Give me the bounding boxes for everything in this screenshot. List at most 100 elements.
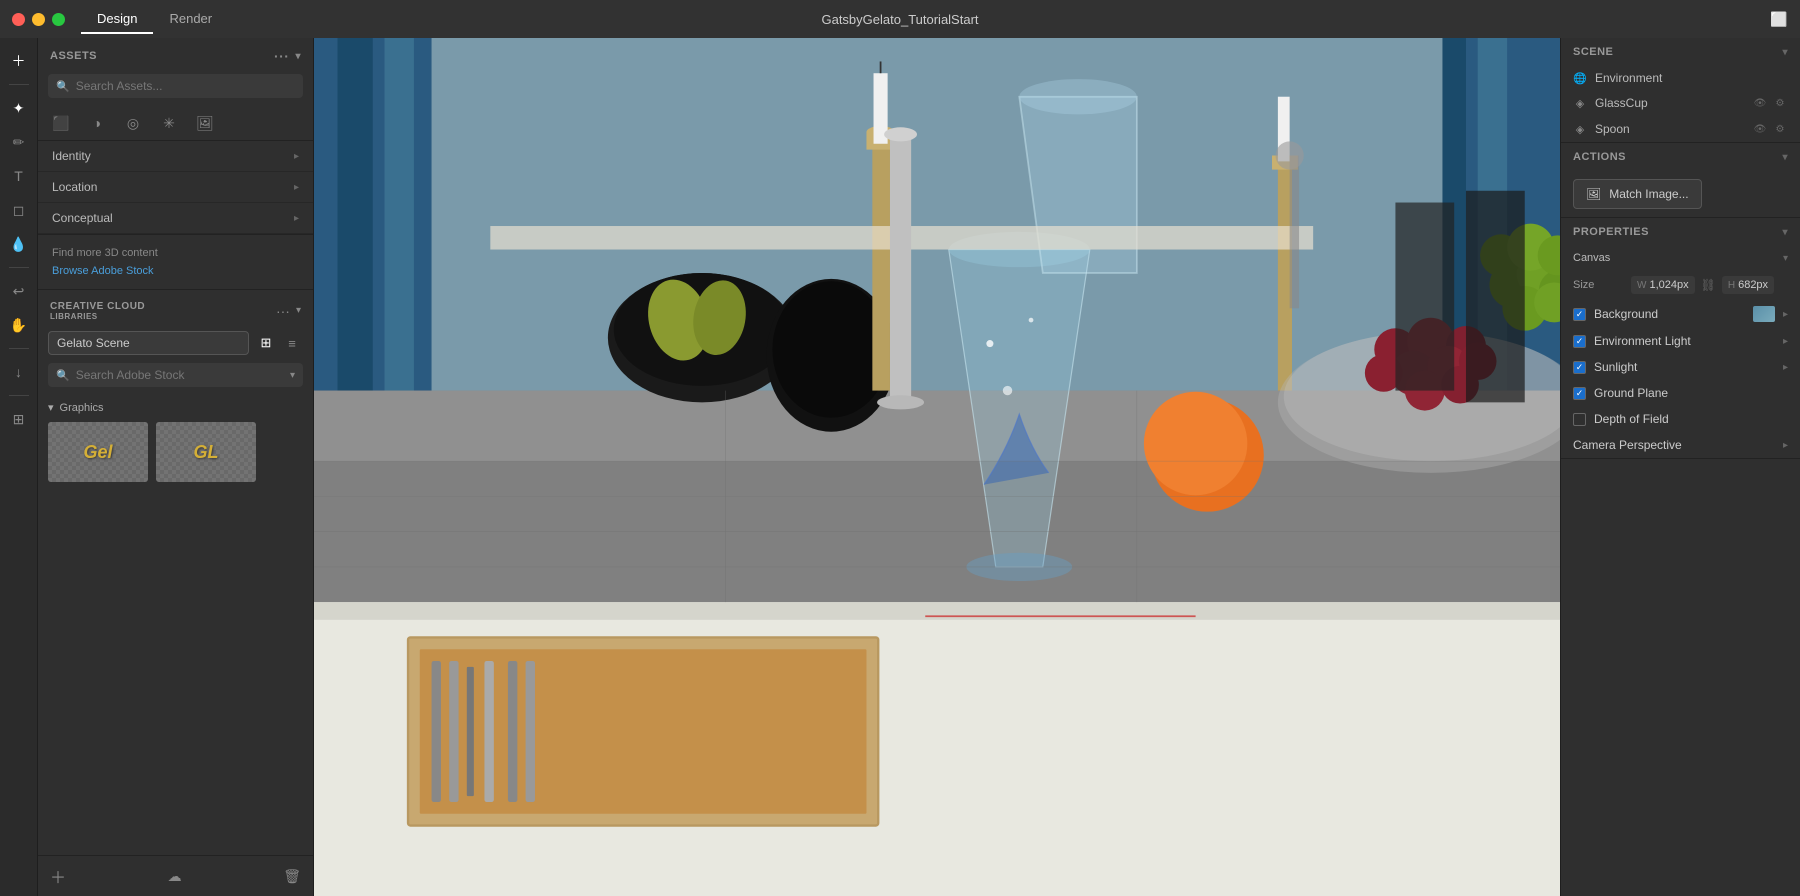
minimize-button[interactable] bbox=[32, 13, 45, 26]
canvas-area: ○ ✛ ↻ ⬜ ✴ ⛶ ⤓ ⊞ bbox=[314, 38, 1560, 896]
accordion-conceptual[interactable]: Conceptual ▸ bbox=[38, 203, 313, 234]
assets-search-bar[interactable]: 🔍 bbox=[48, 74, 303, 98]
assets-collapse-icon[interactable]: ▾ bbox=[295, 51, 301, 62]
delete-library-icon[interactable]: 🗑 bbox=[283, 868, 301, 885]
checkbox-sunlight[interactable]: ✓ Sunlight ▸ bbox=[1561, 354, 1800, 380]
stock-find-text: Find more 3D content bbox=[52, 247, 299, 259]
library-select[interactable]: Gelato Scene bbox=[48, 331, 249, 355]
asset-type-environment[interactable]: ✳ bbox=[158, 112, 180, 134]
camera-perspective-row[interactable]: Camera Perspective ▸ bbox=[1561, 432, 1800, 458]
scene-svg bbox=[314, 38, 1560, 896]
tool-layers[interactable]: ⊞ bbox=[4, 404, 34, 434]
tool-download[interactable]: ↓ bbox=[4, 357, 34, 387]
size-inputs: W 1,024px ⛓ H 682px bbox=[1631, 276, 1774, 294]
graphic-label-1: Gel bbox=[83, 442, 112, 463]
accordion-location[interactable]: Location ▸ bbox=[38, 172, 313, 203]
accordion-location-arrow: ▸ bbox=[294, 182, 299, 193]
width-input-group[interactable]: W 1,024px bbox=[1631, 276, 1695, 294]
add-library-icon[interactable]: ＋ bbox=[50, 864, 66, 888]
scene-environment-label: Environment bbox=[1595, 71, 1662, 85]
glasscup-visibility[interactable]: 👁 bbox=[1752, 95, 1768, 111]
cloud-more-icon[interactable]: ··· bbox=[276, 303, 290, 319]
adobe-stock-search-input[interactable] bbox=[76, 368, 284, 382]
sunlight-arrow[interactable]: ▸ bbox=[1783, 362, 1788, 373]
list-view-button[interactable]: ≡ bbox=[281, 332, 303, 354]
checkbox-depth-of-field[interactable]: Depth of Field bbox=[1561, 406, 1800, 432]
match-image-label: Match Image... bbox=[1609, 187, 1688, 201]
accordion-identity-arrow: ▸ bbox=[294, 151, 299, 162]
scene-glasscup-controls: 👁 ⚙ bbox=[1752, 95, 1788, 111]
adobe-stock-search-bar[interactable]: 🔍 ▾ bbox=[48, 363, 303, 387]
asset-type-image[interactable]: 🖼 bbox=[194, 112, 216, 134]
tool-hand[interactable]: ✋ bbox=[4, 310, 34, 340]
tool-select[interactable]: ✦ bbox=[4, 93, 34, 123]
accordion-conceptual-label: Conceptual bbox=[52, 211, 113, 225]
camera-perspective-label: Camera Perspective bbox=[1573, 438, 1775, 452]
tool-undo[interactable]: ↩ bbox=[4, 276, 34, 306]
cloud-collapse-icon[interactable]: ▾ bbox=[296, 305, 301, 316]
asset-type-material[interactable]: ◑ bbox=[86, 112, 108, 134]
assets-more-icon[interactable]: ··· bbox=[274, 48, 290, 64]
toolbar-separator bbox=[9, 84, 29, 85]
tab-render[interactable]: Render bbox=[153, 5, 228, 34]
main-layout: ＋ ✦ ✏ T ◻ 💧 ↩ ✋ ↓ ⊞ ASSETS ··· ▾ 🔍 ⬛ ◑ bbox=[0, 38, 1800, 896]
accordion-location-label: Location bbox=[52, 180, 97, 194]
canvas-collapse-arrow[interactable]: ▾ bbox=[1783, 253, 1788, 264]
window-icon[interactable]: ⬜ bbox=[1770, 10, 1788, 28]
accordion-identity[interactable]: Identity ▸ bbox=[38, 141, 313, 172]
asset-type-light[interactable]: ◎ bbox=[122, 112, 144, 134]
panel-bottom-bar: ＋ ☁ 🗑 bbox=[38, 855, 313, 896]
camera-perspective-arrow[interactable]: ▸ bbox=[1783, 440, 1788, 451]
assets-search-input[interactable] bbox=[76, 79, 295, 93]
tab-design[interactable]: Design bbox=[81, 5, 153, 34]
graphics-header[interactable]: ▾ Graphics bbox=[48, 401, 303, 414]
actions-section-header[interactable]: ACTIONS ▾ bbox=[1561, 143, 1800, 171]
maximize-button[interactable] bbox=[52, 13, 65, 26]
height-input-group[interactable]: H 682px bbox=[1722, 276, 1774, 294]
stock-search-icon: 🔍 bbox=[56, 369, 70, 382]
stock-search-arrow[interactable]: ▾ bbox=[290, 370, 295, 381]
scene-item-glasscup[interactable]: ◈ GlassCup 👁 ⚙ bbox=[1561, 90, 1800, 116]
close-button[interactable] bbox=[12, 13, 25, 26]
properties-section: PROPERTIES ▾ Canvas ▾ Size W 1,024px ⛓ bbox=[1561, 218, 1800, 459]
graphic-label-2: GL bbox=[194, 442, 219, 463]
sunlight-check-mark: ✓ bbox=[1576, 362, 1584, 373]
scene-section-header[interactable]: SCENE ▾ bbox=[1561, 38, 1800, 66]
background-checkbox[interactable]: ✓ bbox=[1573, 308, 1586, 321]
background-thumbnail[interactable] bbox=[1753, 306, 1775, 322]
ground-plane-checkbox[interactable]: ✓ bbox=[1573, 387, 1586, 400]
graphic-thumbnail-2[interactable]: GL bbox=[156, 422, 256, 482]
environment-light-arrow[interactable]: ▸ bbox=[1783, 336, 1788, 347]
checkbox-ground-plane[interactable]: ✓ Ground Plane bbox=[1561, 380, 1800, 406]
cloud-libraries-header: CREATIVE CLOUD LIBRARIES ··· ▾ bbox=[38, 290, 313, 327]
graphic-thumbnail-1[interactable]: Gel bbox=[48, 422, 148, 482]
sunlight-checkbox[interactable]: ✓ bbox=[1573, 361, 1586, 374]
background-arrow[interactable]: ▸ bbox=[1783, 309, 1788, 320]
accordion-identity-label: Identity bbox=[52, 149, 91, 163]
tool-pen[interactable]: ✏ bbox=[4, 127, 34, 157]
depth-of-field-checkbox[interactable] bbox=[1573, 413, 1586, 426]
spoon-settings[interactable]: ⚙ bbox=[1772, 121, 1788, 137]
ground-plane-check-mark: ✓ bbox=[1576, 388, 1584, 399]
grid-view-button[interactable]: ⊞ bbox=[255, 332, 277, 354]
checkbox-background[interactable]: ✓ Background ▸ bbox=[1561, 300, 1800, 328]
cloud-header-icons: ··· ▾ bbox=[276, 303, 301, 319]
browse-stock-link[interactable]: Browse Adobe Stock bbox=[52, 265, 154, 277]
scene-canvas bbox=[314, 38, 1560, 896]
tool-shape[interactable]: ◻ bbox=[4, 195, 34, 225]
tool-type[interactable]: T bbox=[4, 161, 34, 191]
checkbox-environment-light[interactable]: ✓ Environment Light ▸ bbox=[1561, 328, 1800, 354]
glasscup-settings[interactable]: ⚙ bbox=[1772, 95, 1788, 111]
tool-eyedropper[interactable]: 💧 bbox=[4, 229, 34, 259]
match-image-button[interactable]: 🖼 Match Image... bbox=[1573, 179, 1702, 209]
scene-item-environment[interactable]: 🌐 Environment bbox=[1561, 66, 1800, 90]
actions-section: ACTIONS ▾ 🖼 Match Image... bbox=[1561, 143, 1800, 218]
tool-add[interactable]: ＋ bbox=[4, 46, 34, 76]
asset-type-3d[interactable]: ⬛ bbox=[50, 112, 72, 134]
properties-section-header[interactable]: PROPERTIES ▾ bbox=[1561, 218, 1800, 246]
link-icon[interactable]: ⛓ bbox=[1701, 278, 1716, 292]
scene-item-spoon[interactable]: ◈ Spoon 👁 ⚙ bbox=[1561, 116, 1800, 142]
environment-light-label: Environment Light bbox=[1594, 334, 1775, 348]
environment-light-checkbox[interactable]: ✓ bbox=[1573, 335, 1586, 348]
spoon-visibility[interactable]: 👁 bbox=[1752, 121, 1768, 137]
